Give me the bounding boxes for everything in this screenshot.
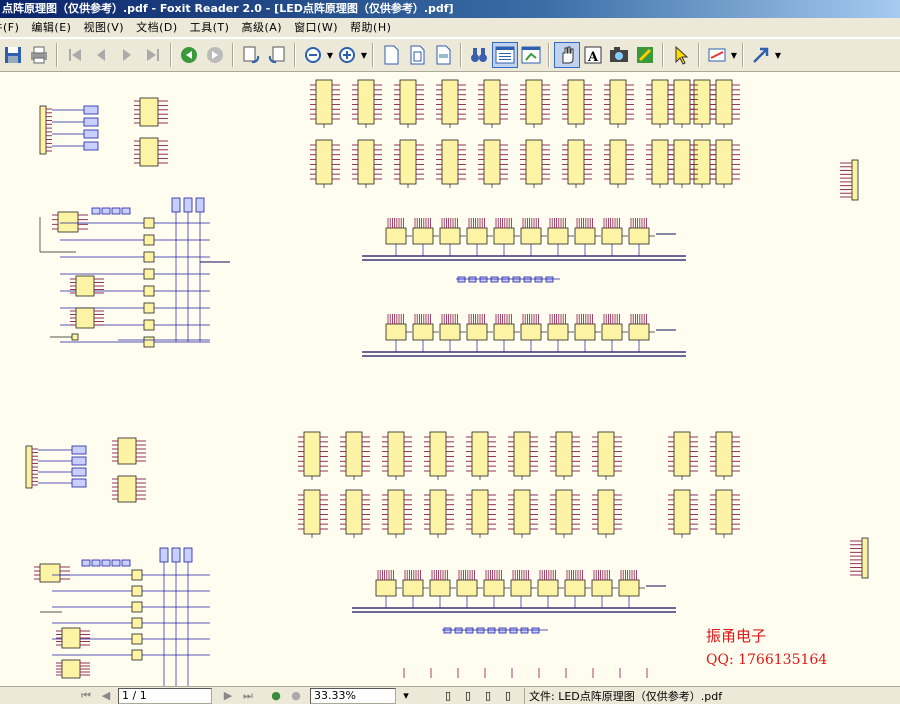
select-arrow-icon[interactable]: [668, 42, 694, 68]
forward-icon[interactable]: [202, 42, 228, 68]
prev-page-icon[interactable]: ◀: [96, 688, 116, 704]
print-icon[interactable]: [26, 42, 52, 68]
save-icon[interactable]: [0, 42, 26, 68]
menu-item-5[interactable]: 高级(A): [235, 18, 288, 38]
continuous-icon[interactable]: ▯: [458, 688, 478, 704]
rotate-left-icon[interactable]: [238, 42, 264, 68]
text-select-icon[interactable]: A: [580, 42, 606, 68]
svg-text:A: A: [587, 50, 599, 65]
toolbar-separator-1: [170, 43, 172, 67]
toolbar-separator-3: [294, 43, 296, 67]
first-page-icon[interactable]: [62, 42, 88, 68]
document-area[interactable]: 振甬电子 QQ: 1766135164: [0, 72, 900, 686]
menu-item-7[interactable]: 帮助(H): [344, 18, 397, 38]
toolbar: ▼ ▼ A ▼ ▼: [0, 38, 900, 72]
last-page-icon[interactable]: [140, 42, 166, 68]
file-name-label: 文件: LED点阵原理图（仅供参考）.pdf: [524, 687, 722, 704]
menu-item-6[interactable]: 窗口(W): [288, 18, 344, 38]
bookmarks-panel-icon[interactable]: [492, 42, 518, 68]
zoom-out-icon[interactable]: [300, 42, 326, 68]
toolbar-separator-2: [232, 43, 234, 67]
last-page-icon[interactable]: ⏭: [238, 688, 258, 704]
menu-item-2[interactable]: 视图(V): [77, 18, 130, 38]
actual-size-icon[interactable]: [378, 42, 404, 68]
fit-width-icon[interactable]: [430, 42, 456, 68]
toolbar-separator-0: [56, 43, 58, 67]
toolbar-dropdown-icon-0[interactable]: ▼: [326, 42, 334, 68]
window-title: 点阵原理图（仅供参考）.pdf - Foxit Reader 2.0 - [LE…: [2, 2, 454, 15]
menu-bar: 文件(F)编辑(E)视图(V)文档(D)工具(T)高级(A)窗口(W)帮助(H): [0, 18, 900, 38]
toolbar-dropdown-icon-1[interactable]: ▼: [360, 42, 368, 68]
toolbar-separator-9: [742, 43, 744, 67]
back-icon[interactable]: [176, 42, 202, 68]
menu-item-1[interactable]: 编辑(E): [25, 18, 77, 38]
pdf-page[interactable]: 振甬电子 QQ: 1766135164: [0, 72, 900, 686]
toolbar-separator-5: [460, 43, 462, 67]
facing-icon[interactable]: ▯: [478, 688, 498, 704]
menu-item-3[interactable]: 文档(D): [130, 18, 184, 38]
toolbar-separator-8: [698, 43, 700, 67]
page-number-field[interactable]: 1 / 1: [118, 687, 212, 704]
menu-item-0[interactable]: 文件(F): [0, 18, 25, 38]
thumbnails-icon[interactable]: [518, 42, 544, 68]
back-icon[interactable]: ●: [266, 688, 286, 704]
zoom-dropdown-icon[interactable]: ▾: [396, 688, 416, 704]
typewriter-icon[interactable]: [632, 42, 658, 68]
comment-tool-icon[interactable]: [704, 42, 730, 68]
binoculars-icon[interactable]: [466, 42, 492, 68]
watermark-qq: QQ: 1766135164: [706, 652, 828, 668]
toolbar-dropdown-icon-2[interactable]: ▼: [730, 42, 738, 68]
zoom-in-icon[interactable]: [334, 42, 360, 68]
next-page-icon[interactable]: [114, 42, 140, 68]
hand-tool-icon[interactable]: [554, 42, 580, 68]
arrow-tool-icon[interactable]: [748, 42, 774, 68]
forward-icon[interactable]: ●: [286, 688, 306, 704]
schematic-drawing: [25, 79, 869, 686]
toolbar-dropdown-icon-3[interactable]: ▼: [774, 42, 782, 68]
zoom-field[interactable]: 33.33%: [310, 687, 396, 704]
watermark-company: 振甬电子: [706, 627, 767, 645]
fit-page-icon[interactable]: [404, 42, 430, 68]
first-page-icon[interactable]: ⏮: [76, 688, 96, 704]
foxit-reader-window: 点阵原理图（仅供参考）.pdf - Foxit Reader 2.0 - [LE…: [0, 0, 900, 704]
menu-item-4[interactable]: 工具(T): [184, 18, 236, 38]
single-page-icon[interactable]: ▯: [438, 688, 458, 704]
snapshot-icon[interactable]: [606, 42, 632, 68]
toolbar-separator-4: [372, 43, 374, 67]
cont-facing-icon[interactable]: ▯: [498, 688, 518, 704]
toolbar-separator-7: [662, 43, 664, 67]
status-bar: ⏮ ◀ 1 / 1 ▶ ⏭ ● ● 33.33% ▾ ▯ ▯ ▯ ▯ 文件: L…: [0, 686, 900, 704]
title-bar: 点阵原理图（仅供参考）.pdf - Foxit Reader 2.0 - [LE…: [0, 0, 900, 18]
toolbar-separator-6: [548, 43, 550, 67]
rotate-right-icon[interactable]: [264, 42, 290, 68]
next-page-icon[interactable]: ▶: [218, 688, 238, 704]
prev-page-icon[interactable]: [88, 42, 114, 68]
